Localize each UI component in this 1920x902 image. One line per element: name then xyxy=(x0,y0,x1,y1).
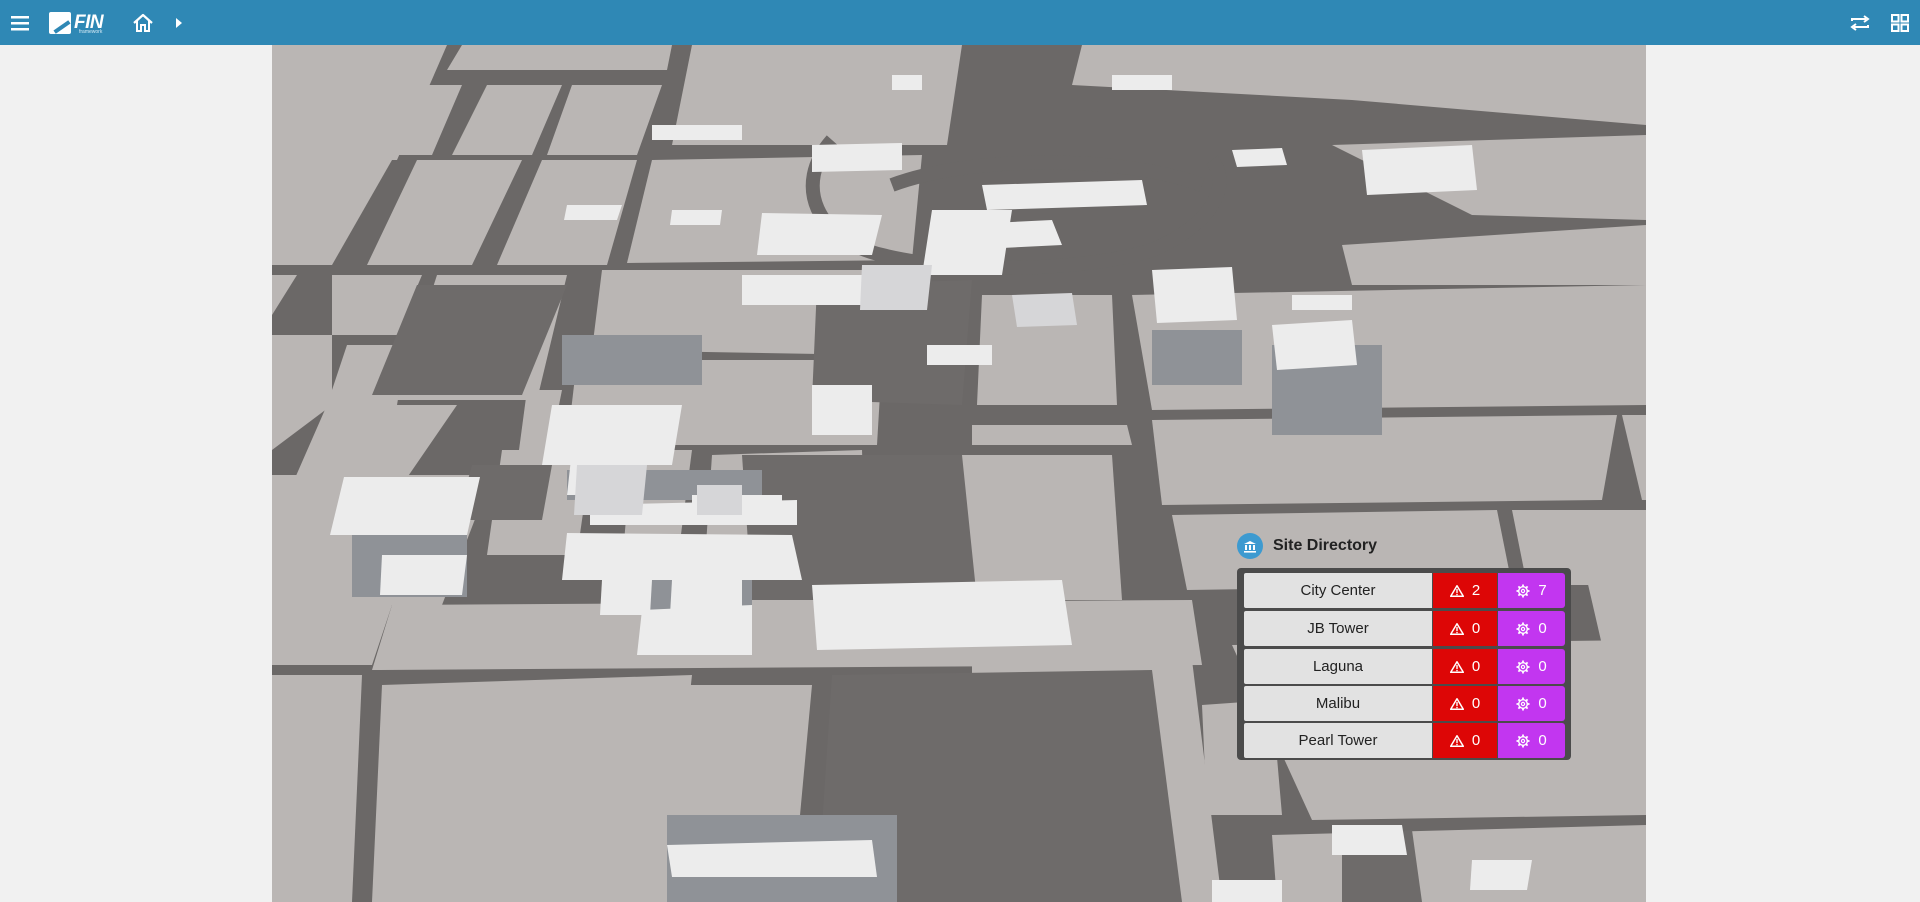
site-spark-count[interactable]: 0 xyxy=(1498,611,1565,646)
spark-count: 0 xyxy=(1538,695,1547,712)
alarm-count: 0 xyxy=(1471,732,1481,749)
campus-map-canvas[interactable] xyxy=(272,45,1646,902)
spark-count: 0 xyxy=(1538,658,1547,675)
site-alarm-count[interactable]: 0 xyxy=(1433,611,1497,646)
gear-icon xyxy=(1516,622,1530,635)
site-row-laguna[interactable]: Laguna 0 0 xyxy=(1244,649,1565,684)
warning-triangle-icon xyxy=(1449,697,1464,710)
site-directory-header: Site Directory xyxy=(1237,531,1377,561)
fin-logo-mark xyxy=(49,12,71,34)
site-row-malibu[interactable]: Malibu 0 0 xyxy=(1244,686,1565,721)
warning-triangle-icon xyxy=(1449,622,1464,635)
site-row-jb-tower[interactable]: JB Tower 0 0 xyxy=(1244,611,1565,646)
site-name[interactable]: Laguna xyxy=(1244,649,1432,684)
site-spark-count[interactable]: 0 xyxy=(1498,649,1565,684)
site-name[interactable]: Pearl Tower xyxy=(1244,723,1432,758)
site-directory-panel: City Center 2 7 JB Tower 0 0 Laguna 0 0 xyxy=(1237,568,1571,760)
grid-apps-icon[interactable] xyxy=(1886,0,1914,45)
site-alarm-count[interactable]: 0 xyxy=(1433,723,1497,758)
gear-icon xyxy=(1516,584,1530,597)
site-alarm-count[interactable]: 0 xyxy=(1433,686,1497,721)
spark-count: 7 xyxy=(1538,582,1547,599)
site-spark-count[interactable]: 0 xyxy=(1498,686,1565,721)
logo-subtext: framework xyxy=(79,29,103,35)
site-alarm-count[interactable]: 2 xyxy=(1433,573,1497,608)
alarm-count: 0 xyxy=(1471,620,1481,637)
caret-right-icon[interactable] xyxy=(171,0,187,45)
hamburger-menu-icon[interactable] xyxy=(8,0,32,45)
site-name[interactable]: JB Tower xyxy=(1244,611,1432,646)
site-row-pearl-tower[interactable]: Pearl Tower 0 0 xyxy=(1244,723,1565,758)
alarm-count: 0 xyxy=(1471,658,1481,675)
alarm-count: 2 xyxy=(1471,582,1481,599)
warning-triangle-icon xyxy=(1449,584,1464,597)
warning-triangle-icon xyxy=(1449,734,1464,747)
site-spark-count[interactable]: 7 xyxy=(1498,573,1565,608)
gear-icon xyxy=(1516,697,1530,710)
spark-count: 0 xyxy=(1538,732,1547,749)
campus-map[interactable] xyxy=(272,45,1646,902)
spark-count: 0 xyxy=(1538,620,1547,637)
gear-icon xyxy=(1516,734,1530,747)
top-bar: FIN framework xyxy=(0,0,1920,45)
warning-triangle-icon xyxy=(1449,660,1464,673)
gear-icon xyxy=(1516,660,1530,673)
sync-icon[interactable] xyxy=(1846,0,1874,45)
site-spark-count[interactable]: 0 xyxy=(1498,723,1565,758)
building-columns-icon xyxy=(1237,533,1263,559)
site-directory-title: Site Directory xyxy=(1273,537,1378,554)
site-alarm-count[interactable]: 0 xyxy=(1433,649,1497,684)
fin-logo[interactable]: FIN framework xyxy=(49,10,104,36)
site-row-city-center[interactable]: City Center 2 7 xyxy=(1244,573,1565,608)
home-icon[interactable] xyxy=(131,0,155,45)
site-name[interactable]: Malibu xyxy=(1244,686,1432,721)
site-name[interactable]: City Center xyxy=(1244,573,1432,608)
alarm-count: 0 xyxy=(1471,695,1481,712)
